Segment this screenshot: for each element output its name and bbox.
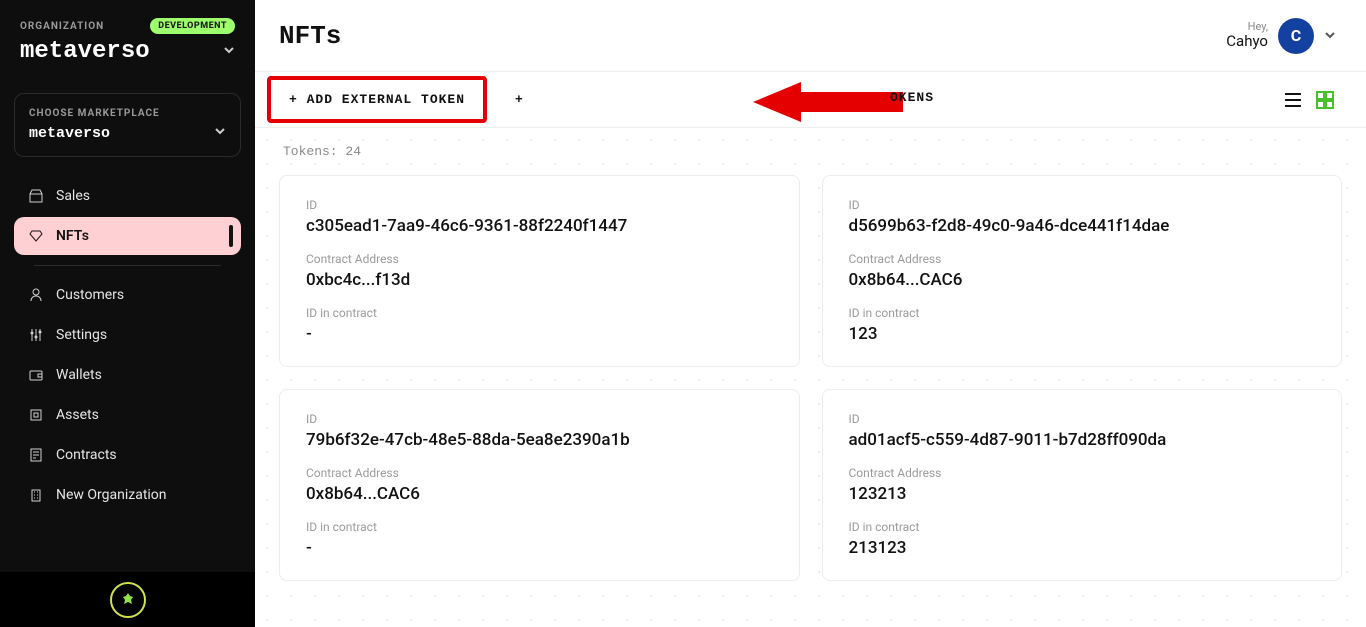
brand-logo-icon	[110, 582, 146, 618]
layers-icon	[28, 407, 44, 423]
token-contract-id-value: -	[306, 538, 773, 558]
field-label-address: Contract Address	[306, 252, 773, 266]
building-icon	[28, 487, 44, 503]
token-address-value: 123213	[849, 484, 1316, 504]
field-label-id: ID	[306, 198, 773, 212]
sidebar-item-sales[interactable]: Sales	[14, 177, 241, 215]
wallet-icon	[28, 367, 44, 383]
store-icon	[28, 188, 44, 204]
annotation-highlight-box: + ADD EXTERNAL TOKEN	[267, 76, 487, 123]
obscured-action-suffix: OKENS	[890, 90, 934, 105]
sidebar-nav: Sales NFTs Customers Settings Wallets	[0, 167, 255, 526]
token-address-value: 0x8b64...CAC6	[306, 484, 773, 504]
sidebar-footer	[0, 572, 255, 627]
person-icon	[28, 287, 44, 303]
token-card[interactable]: ID d5699b63-f2d8-49c0-9a46-dce441f14dae …	[822, 175, 1343, 367]
token-card[interactable]: ID c305ead1-7aa9-46c6-9361-88f2240f1447 …	[279, 175, 800, 367]
token-id-value: ad01acf5-c559-4d87-9011-b7d28ff090da	[849, 430, 1316, 450]
sidebar-item-new-org[interactable]: New Organization	[14, 476, 241, 514]
content-area: Tokens: 24 ID c305ead1-7aa9-46c6-9361-88…	[255, 128, 1366, 627]
token-id-value: d5699b63-f2d8-49c0-9a46-dce441f14dae	[849, 216, 1316, 236]
sidebar-item-label: New Organization	[56, 487, 167, 503]
field-label-contract-id: ID in contract	[306, 306, 773, 320]
sidebar-item-label: Sales	[56, 188, 90, 204]
token-contract-id-value: -	[306, 324, 773, 344]
action-bar: + ADD EXTERNAL TOKEN + OKENS	[255, 72, 1366, 128]
sidebar-separator	[34, 265, 221, 266]
token-contract-id-value: 213123	[849, 538, 1316, 558]
sidebar-org-block: ORGANIZATION DEVELOPMENT metaverso	[0, 0, 255, 75]
field-label-contract-id: ID in contract	[306, 520, 773, 534]
marketplace-switcher[interactable]: CHOOSE MARKETPLACE metaverso	[14, 93, 241, 157]
chevron-down-icon	[1324, 26, 1336, 45]
list-view-icon[interactable]	[1282, 89, 1304, 111]
sidebar-item-settings[interactable]: Settings	[14, 316, 241, 354]
token-id-value: c305ead1-7aa9-46c6-9361-88f2240f1447	[306, 216, 773, 236]
field-label-address: Contract Address	[849, 252, 1316, 266]
sidebar-item-nfts[interactable]: NFTs	[14, 217, 241, 255]
user-menu[interactable]: Hey, Cahyo C	[1226, 18, 1336, 54]
sidebar-item-label: Contracts	[56, 447, 117, 463]
sidebar-item-customers[interactable]: Customers	[14, 276, 241, 314]
field-label-contract-id: ID in contract	[849, 520, 1316, 534]
sidebar-item-label: NFTs	[56, 228, 89, 244]
sidebar-item-contracts[interactable]: Contracts	[14, 436, 241, 474]
token-contract-id-value: 123	[849, 324, 1316, 344]
token-id-value: 79b6f32e-47cb-48e5-88da-5ea8e2390a1b	[306, 430, 773, 450]
user-name: Cahyo	[1226, 33, 1268, 50]
token-address-value: 0x8b64...CAC6	[849, 270, 1316, 290]
chevron-down-icon	[214, 125, 226, 142]
view-toggle	[1282, 89, 1336, 111]
field-label-address: Contract Address	[306, 466, 773, 480]
field-label-id: ID	[849, 412, 1316, 426]
annotation-arrow-icon	[753, 80, 903, 124]
sidebar-item-assets[interactable]: Assets	[14, 396, 241, 434]
org-name: metaverso	[20, 38, 150, 65]
sidebar-item-wallets[interactable]: Wallets	[14, 356, 241, 394]
secondary-action-plus[interactable]: +	[509, 80, 542, 119]
field-label-address: Contract Address	[849, 466, 1316, 480]
marketplace-label: CHOOSE MARKETPLACE	[29, 108, 226, 119]
sidebar-item-label: Customers	[56, 287, 124, 303]
sidebar-item-label: Assets	[56, 407, 99, 423]
avatar: C	[1278, 18, 1314, 54]
main: NFTs Hey, Cahyo C + ADD EXTERNAL TOKEN +…	[255, 0, 1366, 627]
token-card[interactable]: ID 79b6f32e-47cb-48e5-88da-5ea8e2390a1b …	[279, 389, 800, 581]
field-label-id: ID	[849, 198, 1316, 212]
token-count: Tokens: 24	[283, 144, 1342, 159]
sliders-icon	[28, 327, 44, 343]
env-badge: DEVELOPMENT	[150, 18, 235, 34]
field-label-id: ID	[306, 412, 773, 426]
grid-view-icon[interactable]	[1314, 89, 1336, 111]
marketplace-name: metaverso	[29, 125, 110, 142]
sidebar-item-label: Wallets	[56, 367, 102, 383]
add-external-token-button[interactable]: + ADD EXTERNAL TOKEN	[271, 80, 483, 119]
page-title: NFTs	[279, 21, 341, 51]
chevron-down-icon	[223, 44, 235, 60]
sidebar-item-label: Settings	[56, 327, 107, 343]
org-label: ORGANIZATION	[20, 21, 104, 32]
field-label-contract-id: ID in contract	[849, 306, 1316, 320]
token-address-value: 0xbc4c...f13d	[306, 270, 773, 290]
org-switcher[interactable]: metaverso	[20, 38, 235, 65]
token-card[interactable]: ID ad01acf5-c559-4d87-9011-b7d28ff090da …	[822, 389, 1343, 581]
sidebar: ORGANIZATION DEVELOPMENT metaverso CHOOS…	[0, 0, 255, 627]
contract-icon	[28, 447, 44, 463]
token-grid: ID c305ead1-7aa9-46c6-9361-88f2240f1447 …	[279, 175, 1342, 581]
topbar: NFTs Hey, Cahyo C	[255, 0, 1366, 72]
diamond-icon	[28, 228, 44, 244]
